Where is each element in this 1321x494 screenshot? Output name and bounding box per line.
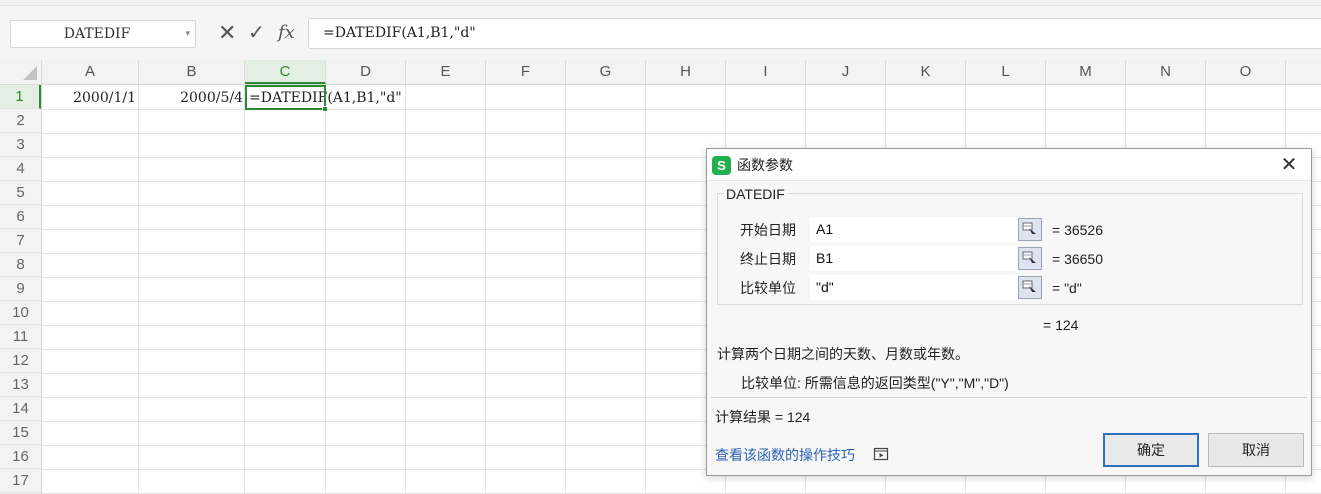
collapse-dialog-button[interactable]: [1018, 218, 1042, 241]
column-gridline: [244, 85, 245, 494]
arg-label: 开始日期: [740, 222, 796, 238]
row-header-13[interactable]: 13: [0, 373, 41, 397]
column-header-k[interactable]: K: [886, 60, 966, 84]
fill-handle[interactable]: [322, 106, 328, 112]
cell-reference-icon: [1022, 280, 1036, 294]
row-header-3[interactable]: 3: [0, 133, 41, 157]
function-description: 计算两个日期之间的天数、月数或年数。: [717, 346, 969, 362]
column-gridline: [405, 85, 406, 494]
wps-logo-icon: S: [712, 156, 731, 175]
end-date-input[interactable]: B1: [810, 246, 1018, 271]
formula-result: = 124: [1043, 317, 1079, 333]
row-header-10[interactable]: 10: [0, 301, 41, 325]
formula-bar: DATEDIF ▾ ✕ ✓ fx =DATEDIF(A1,B1,"d": [0, 6, 1321, 60]
column-header-l[interactable]: L: [966, 60, 1046, 84]
function-name: DATEDIF: [724, 186, 787, 202]
column-header-c[interactable]: C: [245, 60, 326, 84]
row-header-15[interactable]: 15: [0, 421, 41, 445]
row-gridline: [42, 133, 1321, 134]
collapse-dialog-button[interactable]: [1018, 247, 1042, 270]
divider: [711, 397, 1307, 398]
cell-a1[interactable]: 2000/1/1: [42, 85, 138, 109]
cancel-button[interactable]: 取消: [1208, 433, 1304, 467]
column-header-e[interactable]: E: [406, 60, 486, 84]
row-header-5[interactable]: 5: [0, 181, 41, 205]
row-header-14[interactable]: 14: [0, 397, 41, 421]
column-header-d[interactable]: D: [326, 60, 406, 84]
select-all-corner[interactable]: [0, 60, 42, 84]
column-header-a[interactable]: A: [42, 60, 139, 84]
select-all-triangle-icon: [23, 66, 37, 80]
arg-label: 比较单位: [740, 280, 796, 296]
name-box-value: DATEDIF: [63, 26, 131, 42]
arg-result: = "d": [1052, 280, 1082, 296]
name-box[interactable]: DATEDIF ▾: [10, 20, 196, 48]
dialog-title: 函数参数: [737, 157, 793, 173]
row-header-11[interactable]: 11: [0, 325, 41, 349]
arg-label: 终止日期: [740, 251, 796, 267]
column-header-i[interactable]: I: [726, 60, 806, 84]
ok-button[interactable]: 确定: [1103, 433, 1199, 467]
row-header-6[interactable]: 6: [0, 205, 41, 229]
start-date-input[interactable]: A1: [810, 217, 1018, 242]
collapse-dialog-button[interactable]: [1018, 276, 1042, 299]
column-headers: ABCDEFGHIJKLMNO: [0, 60, 1321, 85]
video-tutorial-icon[interactable]: [873, 446, 889, 462]
arg-result: = 36650: [1052, 251, 1103, 267]
chevron-down-icon[interactable]: ▾: [185, 28, 190, 39]
row-header-9[interactable]: 9: [0, 277, 41, 301]
column-header-b[interactable]: B: [139, 60, 245, 84]
close-icon[interactable]: ✕: [1277, 149, 1301, 181]
active-cell-outline: [245, 85, 326, 110]
row-header-16[interactable]: 16: [0, 445, 41, 469]
row-header-7[interactable]: 7: [0, 229, 41, 253]
column-header-g[interactable]: G: [566, 60, 646, 84]
column-gridline: [325, 85, 326, 494]
row-header-4[interactable]: 4: [0, 157, 41, 181]
row-gridline: [42, 109, 1321, 110]
arg-row-start-date: 开始日期 A1 = 36526: [718, 217, 1302, 243]
cancel-formula-icon[interactable]: ✕: [218, 20, 236, 46]
column-gridline: [485, 85, 486, 494]
arguments-group: DATEDIF 开始日期 A1 = 36526 终止日期 B1 = 36650 …: [717, 186, 1303, 305]
column-header-h[interactable]: H: [646, 60, 726, 84]
column-header-n[interactable]: N: [1126, 60, 1206, 84]
arg-result: = 36526: [1052, 222, 1103, 238]
row-header-12[interactable]: 12: [0, 349, 41, 373]
arg-row-end-date: 终止日期 B1 = 36650: [718, 246, 1302, 272]
column-header-m[interactable]: M: [1046, 60, 1126, 84]
cell-reference-icon: [1022, 222, 1036, 236]
column-header-o[interactable]: O: [1206, 60, 1286, 84]
function-arguments-dialog: S 函数参数 ✕ DATEDIF 开始日期 A1 = 36526 终止日期 B1…: [706, 148, 1312, 476]
insert-function-icon[interactable]: fx: [278, 20, 295, 46]
row-headers: 1 2 3 4 5 6 7 8 9 10 11 12 13 14 15 16 17: [0, 85, 42, 494]
calculation-result: 计算结果 = 124: [715, 409, 811, 425]
arg-row-unit: 比较单位 "d" = "d": [718, 275, 1302, 301]
help-link[interactable]: 查看该函数的操作技巧: [715, 445, 855, 465]
confirm-formula-icon[interactable]: ✓: [248, 20, 265, 46]
column-gridline: [138, 85, 139, 494]
unit-input[interactable]: "d": [810, 275, 1018, 300]
cell-reference-icon: [1022, 251, 1036, 265]
column-header-j[interactable]: J: [806, 60, 886, 84]
cell-b1[interactable]: 2000/5/4: [139, 85, 245, 109]
row-header-17[interactable]: 17: [0, 469, 41, 493]
column-gridline: [565, 85, 566, 494]
row-header-8[interactable]: 8: [0, 253, 41, 277]
parameter-description: 比较单位: 所需信息的返回类型("Y","M","D"): [741, 375, 1009, 391]
column-header-f[interactable]: F: [486, 60, 566, 84]
column-gridline: [645, 85, 646, 494]
row-header-1[interactable]: 1: [0, 85, 41, 109]
formula-input[interactable]: =DATEDIF(A1,B1,"d": [308, 18, 1321, 49]
dialog-titlebar[interactable]: S 函数参数 ✕: [707, 149, 1311, 181]
row-header-2[interactable]: 2: [0, 109, 41, 133]
